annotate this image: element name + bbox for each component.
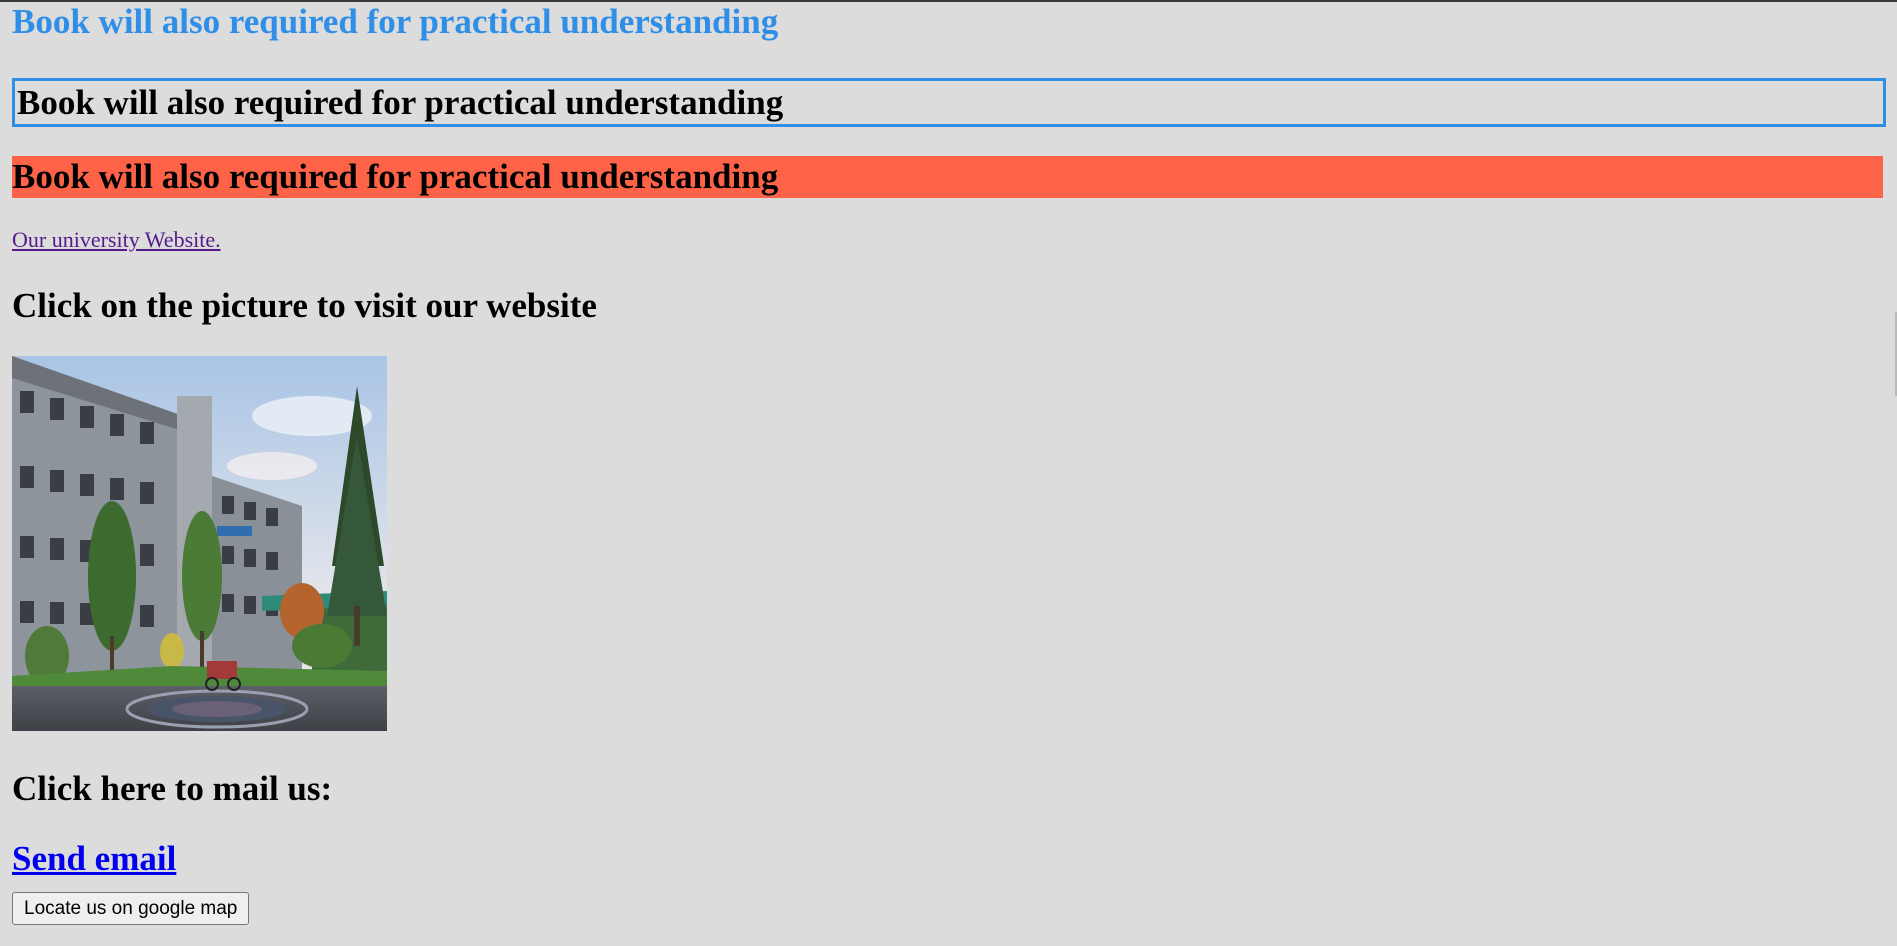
university-building-image-link[interactable] [12, 356, 387, 731]
red-heading: Book will also required for practical un… [12, 156, 1883, 198]
send-email-link[interactable]: Send email [12, 838, 176, 880]
mail-prompt-heading: Click here to mail us: [12, 769, 333, 808]
blue-heading: Book will also required for practical un… [12, 2, 779, 41]
boxed-heading: Book will also required for practical un… [12, 78, 1886, 127]
university-building-image [12, 356, 387, 731]
university-website-link[interactable]: Our university Website. [12, 227, 221, 253]
locate-google-map-button[interactable]: Locate us on google map [12, 892, 250, 925]
picture-prompt-heading: Click on the picture to visit our websit… [12, 286, 597, 325]
